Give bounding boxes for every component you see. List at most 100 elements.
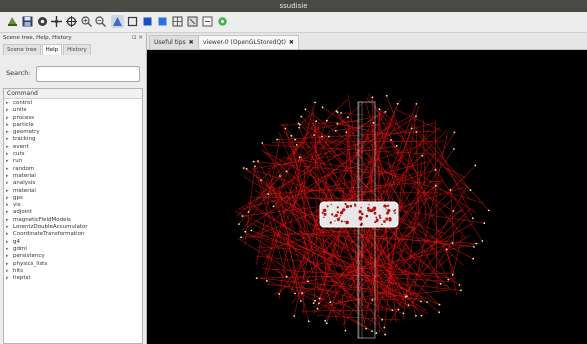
command-item[interactable]: ▸ gdml — [4, 246, 142, 253]
command-item[interactable]: ▸ event — [4, 144, 142, 151]
command-label: geometry — [13, 129, 40, 136]
command-item[interactable]: ▸ control — [4, 100, 142, 107]
chevron-right-icon[interactable]: ▸ — [6, 239, 13, 246]
command-label: analysis — [13, 180, 36, 187]
chevron-right-icon[interactable]: ▸ — [6, 246, 13, 253]
close-icon[interactable]: ✖ — [189, 39, 194, 46]
track-hit-point — [272, 205, 275, 208]
track-hit-point — [245, 168, 248, 170]
command-item[interactable]: ▸ adjoint — [4, 209, 142, 216]
chevron-right-icon[interactable]: ▸ — [6, 158, 13, 165]
zoom-in-icon[interactable] — [80, 15, 93, 28]
chevron-right-icon[interactable]: ▸ — [6, 115, 13, 122]
command-label: gps — [13, 194, 23, 201]
track-hit-point — [391, 309, 394, 312]
chevron-right-icon[interactable]: ▸ — [6, 136, 13, 143]
command-item[interactable]: ▸ heptst — [4, 275, 142, 282]
track-hit-point — [384, 111, 387, 113]
settings-icon[interactable] — [36, 15, 49, 28]
zoom-out-icon[interactable] — [94, 15, 107, 28]
command-item[interactable]: ▸ CoordinateTransformation — [4, 231, 142, 238]
export-icon[interactable] — [201, 15, 214, 28]
track-hit-point — [285, 170, 288, 173]
chevron-right-icon[interactable]: ▸ — [6, 151, 13, 158]
tab-help[interactable]: Help — [41, 44, 63, 55]
save-icon[interactable] — [21, 15, 34, 28]
core-hit — [340, 220, 343, 223]
tab-viewer-0-label: viewer-0 (OpenGLStoredQt) — [203, 39, 286, 46]
opengl-viewer-canvas[interactable] — [147, 50, 587, 344]
app-window: ssudisie Scene tree, Help, History ⊡ ✕ S… — [0, 0, 587, 344]
track-hit-point — [238, 223, 240, 226]
chevron-right-icon[interactable]: ▸ — [6, 224, 13, 231]
chevron-right-icon[interactable]: ▸ — [6, 253, 13, 260]
chevron-right-icon[interactable]: ▸ — [6, 166, 13, 173]
tab-scene-tree[interactable]: Scene tree — [3, 44, 41, 55]
command-item[interactable]: ▸ units — [4, 107, 142, 114]
core-hit — [372, 207, 376, 212]
command-item[interactable]: ▸ tracking — [4, 136, 142, 143]
chevron-right-icon[interactable]: ▸ — [6, 231, 13, 238]
command-item[interactable]: ▸ vis — [4, 202, 142, 209]
tab-viewer-0[interactable]: viewer-0 (OpenGLStoredQt) ✖ — [198, 35, 299, 49]
command-label: LorentzDoubleAccumulator — [13, 224, 88, 231]
core-hit — [369, 209, 373, 213]
chevron-right-icon[interactable]: ▸ — [6, 129, 13, 136]
track-hit-point — [300, 115, 303, 118]
command-item[interactable]: ▸ material — [4, 173, 142, 180]
chevron-right-icon[interactable]: ▸ — [6, 122, 13, 129]
command-label: cuts — [13, 151, 25, 158]
chevron-right-icon[interactable]: ▸ — [6, 195, 13, 202]
core-hit — [345, 220, 349, 225]
particle-track — [446, 249, 458, 296]
search-label: Search: — [6, 69, 31, 77]
command-item[interactable]: ▸ gps — [4, 195, 142, 202]
tab-history[interactable]: History — [63, 44, 91, 55]
perspective-icon[interactable] — [111, 15, 124, 28]
surface-icon[interactable] — [141, 15, 154, 28]
solid-icon[interactable] — [156, 15, 169, 28]
command-item[interactable]: ▸ magneticFieldModels — [4, 217, 142, 224]
chevron-right-icon[interactable]: ▸ — [6, 268, 13, 275]
command-item[interactable]: ▸ geometry — [4, 129, 142, 136]
tab-useful-tips[interactable]: Useful tips ✖ — [149, 35, 199, 49]
run-icon[interactable] — [6, 15, 19, 28]
core-hit — [394, 212, 396, 215]
chevron-right-icon[interactable]: ▸ — [6, 261, 13, 268]
chevron-right-icon[interactable]: ▸ — [6, 275, 13, 282]
command-item[interactable]: ▸ particle — [4, 122, 142, 129]
command-item[interactable]: ▸ cuts — [4, 151, 142, 158]
chevron-right-icon[interactable]: ▸ — [6, 180, 13, 187]
wireframe-icon[interactable] — [171, 15, 184, 28]
ortho-icon[interactable] — [126, 15, 139, 28]
command-item[interactable]: ▸ process — [4, 115, 142, 122]
command-item[interactable]: ▸ material — [4, 188, 142, 195]
move-icon[interactable] — [50, 15, 63, 28]
command-item[interactable]: ▸ persistency — [4, 253, 142, 260]
command-item[interactable]: ▸ LorentzDoubleAccumulator — [4, 224, 142, 231]
command-item[interactable]: ▸ physics_lists — [4, 261, 142, 268]
chevron-right-icon[interactable]: ▸ — [6, 144, 13, 151]
command-item[interactable]: ▸ random — [4, 166, 142, 173]
track-hit-point — [384, 333, 386, 336]
track-hit-point — [439, 282, 442, 285]
core-hit — [358, 210, 362, 214]
chevron-right-icon[interactable]: ▸ — [6, 209, 13, 216]
command-item[interactable]: ▸ g4 — [4, 239, 142, 246]
viewer-properties-icon[interactable] — [216, 15, 229, 28]
hidden-line-icon[interactable] — [186, 15, 199, 28]
command-item[interactable]: ▸ hits — [4, 268, 142, 275]
chevron-right-icon[interactable]: ▸ — [6, 173, 13, 180]
chevron-right-icon[interactable]: ▸ — [6, 188, 13, 195]
search-input[interactable] — [36, 66, 140, 82]
chevron-right-icon[interactable]: ▸ — [6, 107, 13, 114]
chevron-right-icon[interactable]: ▸ — [6, 202, 13, 209]
viewer-tabs: Useful tips ✖ viewer-0 (OpenGLStoredQt) ✖ — [147, 33, 587, 50]
command-item[interactable]: ▸ run — [4, 158, 142, 165]
chevron-right-icon[interactable]: ▸ — [6, 100, 13, 107]
chevron-right-icon[interactable]: ▸ — [6, 217, 13, 224]
dock-controls[interactable]: ⊡ ✕ — [132, 35, 143, 41]
command-item[interactable]: ▸ analysis — [4, 180, 142, 187]
rotate-icon[interactable] — [65, 15, 78, 28]
close-icon[interactable]: ✖ — [289, 39, 294, 46]
